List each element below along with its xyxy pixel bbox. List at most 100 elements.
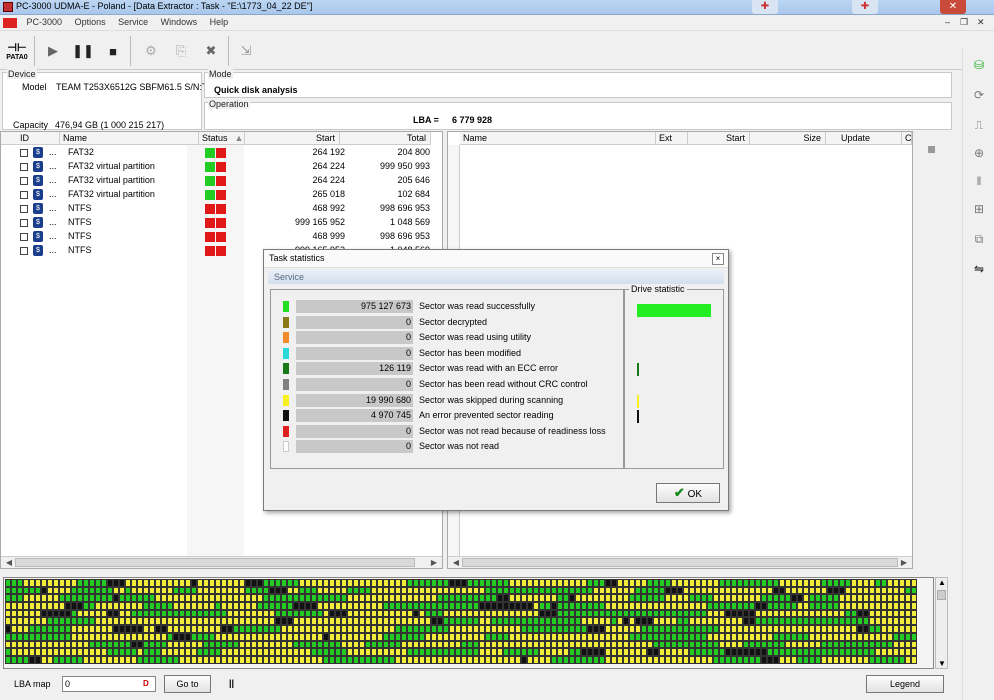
menu-windows[interactable]: Windows bbox=[156, 15, 203, 29]
col-name[interactable]: Name bbox=[60, 132, 199, 145]
ok-label: OK bbox=[687, 489, 703, 500]
col-status[interactable]: Status ▲ bbox=[199, 132, 245, 145]
row-expand-dots[interactable]: ... bbox=[49, 161, 57, 171]
mdi-restore-icon[interactable]: ❐ bbox=[955, 15, 973, 30]
row-expand-dots[interactable]: ... bbox=[49, 147, 57, 157]
dialog-close-icon[interactable]: × bbox=[712, 253, 724, 265]
col-size[interactable]: Size bbox=[750, 132, 826, 145]
reset-icon[interactable]: ⟳ bbox=[967, 84, 991, 106]
row-checkbox[interactable] bbox=[20, 219, 28, 227]
partition-row[interactable]: $... NTFS 999 165 952 1 048 569 bbox=[1, 216, 442, 230]
mdi-minimize-icon[interactable]: – bbox=[940, 15, 955, 29]
pata-port-button[interactable]: ⊣⊢ PATA0 bbox=[3, 36, 31, 66]
status-color-swatch bbox=[283, 316, 289, 328]
pause-icon[interactable]: ❚❚ bbox=[70, 38, 96, 64]
pause-map-icon[interactable]: || bbox=[229, 678, 234, 688]
menu-service[interactable]: Service bbox=[113, 15, 153, 29]
scroll-up-icon[interactable]: ▲ bbox=[938, 578, 946, 587]
scroll-right-icon[interactable]: ▶ bbox=[428, 557, 440, 568]
status-color-swatch bbox=[283, 441, 289, 453]
row-checkbox[interactable] bbox=[20, 177, 28, 185]
row-expand-dots[interactable]: ... bbox=[49, 175, 57, 185]
status-color-swatch bbox=[283, 363, 289, 375]
menu-options[interactable]: Options bbox=[70, 15, 111, 29]
partition-row[interactable]: $... FAT32 virtual partition 264 224 205 64… bbox=[1, 174, 442, 188]
mdi-close-icon[interactable]: ✕ bbox=[972, 15, 990, 30]
col-c[interactable]: C bbox=[902, 132, 912, 145]
play-icon[interactable]: ▶ bbox=[40, 38, 66, 64]
row-expand-dots[interactable]: ... bbox=[49, 231, 57, 241]
lba-map-cell bbox=[911, 586, 917, 595]
help-icon[interactable]: ✚ bbox=[752, 0, 778, 14]
row-expand-dots[interactable]: ... bbox=[49, 217, 57, 227]
lba-map[interactable] bbox=[3, 577, 934, 669]
pata-icon: ⊣⊢ bbox=[7, 42, 27, 54]
statistic-label: An error prevented sector reading bbox=[419, 410, 554, 421]
pause-small-icon[interactable]: ‖ bbox=[967, 170, 991, 192]
lba-label: LBA = bbox=[413, 115, 439, 125]
partition-row[interactable]: $... NTFS 468 992 998 696 953 bbox=[1, 202, 442, 216]
col-id[interactable]: ID bbox=[1, 132, 60, 145]
row-checkbox[interactable] bbox=[20, 205, 28, 213]
row-expand-dots[interactable]: ... bbox=[49, 189, 57, 199]
tools-icon[interactable]: ✖ bbox=[198, 38, 224, 64]
partition-row[interactable]: $... FAT32 264 192 204 800 bbox=[1, 146, 442, 160]
row-expand-dots[interactable]: ... bbox=[49, 203, 57, 213]
col-ext[interactable]: Ext bbox=[656, 132, 688, 145]
row-checkbox[interactable] bbox=[20, 247, 28, 255]
mode-switch-icon[interactable]: ⊕ bbox=[967, 142, 991, 164]
col-start[interactable]: Start bbox=[245, 132, 340, 145]
lba-input[interactable] bbox=[62, 676, 156, 692]
connector-icon[interactable]: ⇋ bbox=[967, 258, 991, 280]
row-expand-dots[interactable]: ... bbox=[49, 245, 57, 255]
partition-row[interactable]: $... NTFS 468 999 998 696 953 bbox=[1, 230, 442, 244]
partition-row[interactable]: $... FAT32 virtual partition 264 224 999 95… bbox=[1, 160, 442, 174]
col-file-start[interactable]: Start bbox=[688, 132, 750, 145]
scan-icon[interactable]: ⎍ bbox=[967, 114, 991, 136]
scroll-right-icon[interactable]: ▶ bbox=[898, 557, 910, 568]
menu-pc3000[interactable]: PC-3000 bbox=[22, 15, 68, 29]
left-horizontal-scrollbar[interactable]: ◀ ▶ bbox=[1, 556, 442, 568]
row-checkbox[interactable] bbox=[20, 149, 28, 157]
ok-button[interactable]: ✔ OK bbox=[656, 483, 720, 503]
statistic-label: Sector has been read without CRC control bbox=[419, 379, 588, 389]
row-checkbox[interactable] bbox=[20, 191, 28, 199]
col-total[interactable]: Total bbox=[340, 132, 431, 145]
row-checkbox[interactable] bbox=[20, 233, 28, 241]
partition-icon: $ bbox=[33, 231, 43, 242]
legend-button[interactable]: Legend bbox=[866, 675, 944, 693]
goto-button[interactable]: Go to bbox=[164, 675, 211, 693]
copy-icon[interactable]: ⧉ bbox=[967, 228, 991, 250]
database-icon[interactable]: ⛁ bbox=[967, 54, 991, 76]
export-icon[interactable]: ⎘ bbox=[168, 38, 194, 64]
scroll-thumb[interactable] bbox=[462, 558, 898, 567]
partition-name: NTFS bbox=[68, 217, 92, 227]
row-checkbox[interactable] bbox=[20, 163, 28, 171]
dialog-title-bar: Task statistics × bbox=[264, 250, 728, 268]
partition-name: NTFS bbox=[68, 231, 92, 241]
scroll-down-icon[interactable]: ▼ bbox=[938, 659, 946, 668]
radix-toggle-icon[interactable]: D bbox=[143, 679, 149, 688]
close-window-icon[interactable]: ✕ bbox=[940, 0, 966, 14]
toolbar-separator bbox=[228, 36, 229, 66]
col-file-name[interactable]: Name bbox=[460, 132, 656, 145]
col-update[interactable]: Update bbox=[826, 132, 902, 145]
menu-help[interactable]: Help bbox=[205, 15, 234, 29]
partition-row[interactable]: $... FAT32 virtual partition 265 018 102 68… bbox=[1, 188, 442, 202]
lba-map-scrollbar[interactable]: ▲ ▼ bbox=[935, 577, 948, 669]
scroll-thumb[interactable] bbox=[15, 558, 415, 567]
settings-gear-icon[interactable]: ⚙ bbox=[138, 38, 164, 64]
minimize-icon[interactable]: ✚ bbox=[852, 0, 878, 14]
scroll-thumb[interactable] bbox=[937, 590, 946, 600]
right-horizontal-scrollbar[interactable]: ◀ ▶ bbox=[448, 556, 912, 568]
scroll-left-icon[interactable]: ◀ bbox=[3, 557, 15, 568]
exit-icon[interactable]: ⇲ bbox=[233, 38, 259, 64]
drive-statistic-label: Drive statistic bbox=[629, 284, 687, 294]
mode-group bbox=[204, 72, 952, 98]
capacity-value: 476,94 GB (1 000 215 217) bbox=[55, 120, 165, 130]
stop-icon[interactable]: ■ bbox=[100, 38, 126, 64]
scroll-left-icon[interactable]: ◀ bbox=[450, 557, 462, 568]
statistic-label: Sector was read successfully bbox=[419, 301, 536, 311]
statistic-value: 0 bbox=[405, 347, 411, 358]
map-icon[interactable]: ⊞ bbox=[967, 198, 991, 220]
